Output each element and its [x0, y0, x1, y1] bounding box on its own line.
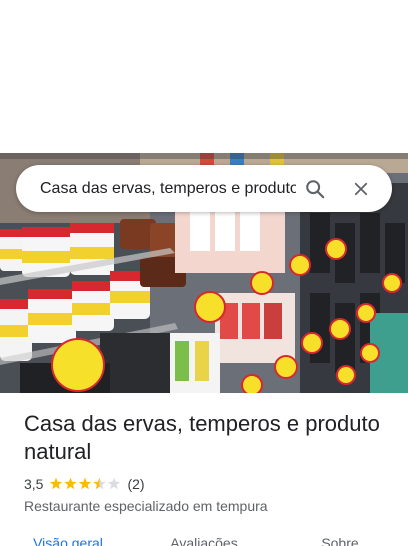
search-icon-glyph — [306, 179, 325, 198]
rating-value: 3,5 — [24, 476, 44, 492]
tab-overview[interactable]: Visão geral — [0, 530, 136, 546]
search-icon[interactable] — [296, 170, 334, 208]
place-tabs: Visão geral Avaliações Sobre — [0, 530, 408, 546]
rating-row[interactable]: 3,5 (2) — [24, 474, 384, 494]
top-blank-area — [0, 0, 408, 153]
star-4 — [93, 477, 107, 490]
place-info-panel: Casa das ervas, temperos e produto natur… — [0, 393, 408, 546]
close-icon[interactable] — [342, 170, 380, 208]
star-rating-icon — [50, 477, 121, 490]
review-count: (2) — [127, 476, 145, 492]
star-5 — [108, 477, 121, 490]
rating-stars — [49, 477, 121, 491]
tab-about[interactable]: Sobre — [272, 530, 408, 546]
close-icon-glyph — [354, 182, 368, 195]
star-1 — [50, 477, 63, 490]
tab-reviews[interactable]: Avaliações — [136, 530, 272, 546]
star-2 — [64, 477, 78, 490]
search-bar[interactable] — [16, 165, 392, 212]
place-title: Casa das ervas, temperos e produto natur… — [24, 411, 380, 464]
search-input[interactable] — [40, 176, 296, 201]
place-category[interactable]: Restaurante especializado em tempura — [24, 496, 384, 516]
star-3 — [79, 477, 92, 490]
